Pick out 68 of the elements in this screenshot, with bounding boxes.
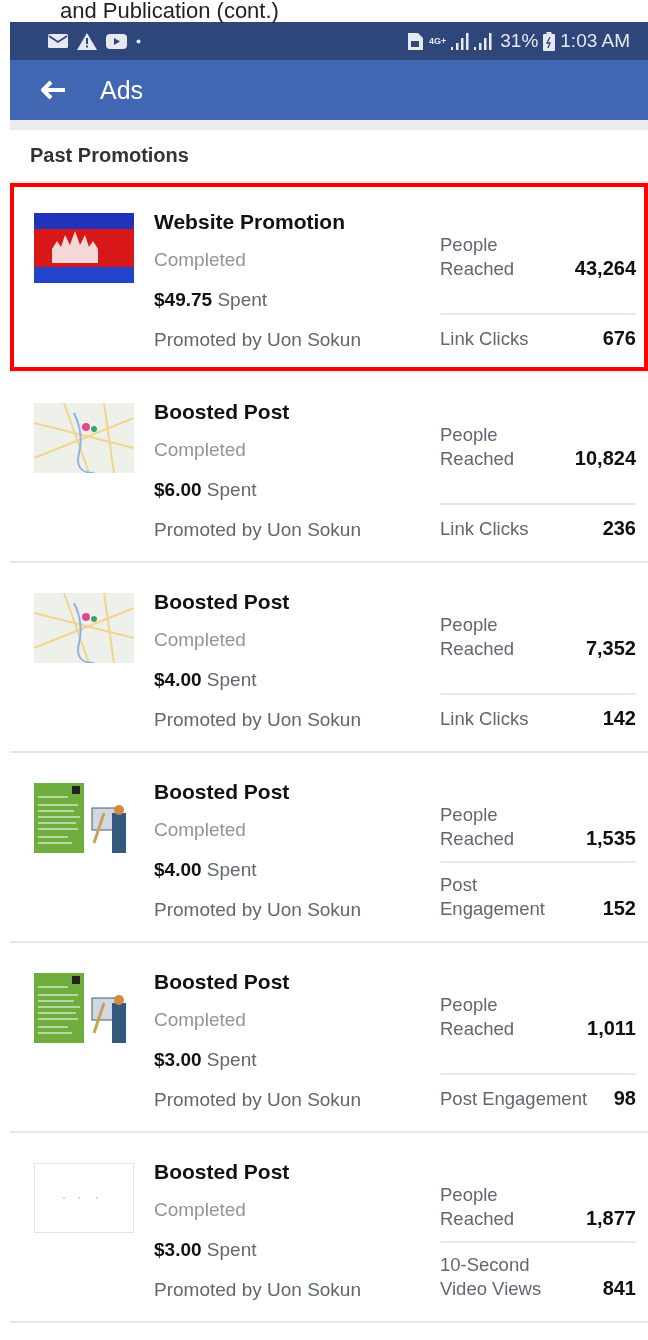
- metric-value: 98: [613, 1086, 636, 1111]
- metric-label: People Reached: [440, 423, 515, 471]
- metric-label: Link Clicks: [440, 327, 529, 351]
- promoter-text: Promoted by Uon Sokun: [154, 1278, 362, 1302]
- promotion-card[interactable]: Boosted Post Completed $6.00 Spent Promoted by Uon Sokun People Reached 10,824 Link Clicks 236: [10, 373, 648, 563]
- promotion-title: Boosted Post: [154, 399, 291, 425]
- promotion-status: Completed: [154, 628, 247, 652]
- promotion-title: Boosted Post: [154, 1159, 291, 1185]
- amount-spent: $49.75 Spent: [154, 288, 269, 312]
- promoter-text: Promoted by Uon Sokun: [154, 1088, 362, 1112]
- page-heading: and Publication (cont.): [59, 0, 280, 22]
- promotion-status: Completed: [154, 1008, 247, 1032]
- promotion-status: Completed: [154, 248, 247, 272]
- metric-value: 1,011: [587, 1016, 636, 1041]
- metric-label: Post Engagement: [440, 873, 545, 921]
- metric-label: People Reached: [440, 233, 515, 281]
- promotion-card[interactable]: Boosted Post Completed $3.00 Spent Promoted by Uon Sokun People Reached 1,877 10-Second Video Views 841: [10, 1133, 648, 1323]
- screen-title: Ads: [100, 75, 144, 105]
- metric-label: People Reached: [440, 803, 515, 851]
- warning-icon: [77, 32, 97, 50]
- metric-value: 142: [602, 706, 636, 731]
- mail-icon: [48, 34, 68, 48]
- metric-label: People Reached: [440, 993, 515, 1041]
- amount-spent: $3.00 Spent: [154, 1238, 258, 1262]
- battery-percent: 31%: [500, 30, 539, 52]
- promotion-title: Boosted Post: [154, 779, 291, 805]
- sim-card-icon: [407, 31, 424, 51]
- back-button[interactable]: [40, 80, 66, 100]
- battery-icon: [543, 31, 556, 51]
- metric-value: 43,264: [574, 256, 636, 281]
- metric-label: Link Clicks: [440, 707, 529, 731]
- network-type: 4G+: [429, 36, 447, 46]
- promotion-title: Boosted Post: [154, 969, 291, 995]
- promotion-status: Completed: [154, 1198, 247, 1222]
- section-heading: Past Promotions: [10, 130, 648, 183]
- dot-icon: [136, 38, 141, 44]
- metric-value: 10,824: [574, 446, 636, 471]
- amount-spent: $6.00 Spent: [154, 478, 258, 502]
- clock: 1:03 AM: [560, 30, 630, 52]
- promotion-status: Completed: [154, 438, 247, 462]
- promotion-card[interactable]: Boosted Post Completed $4.00 Spent Promoted by Uon Sokun People Reached 1,535 Post Engagement 152: [10, 753, 648, 943]
- promotion-card[interactable]: Boosted Post Completed $4.00 Spent Promoted by Uon Sokun People Reached 7,352 Link Clicks 142: [10, 563, 648, 753]
- metric-value: 1,535: [585, 826, 636, 851]
- promotion-card[interactable]: Boosted Post Completed $3.00 Spent Promoted by Uon Sokun People Reached 1,011 Post Engagement 98: [10, 943, 648, 1133]
- metric-value: 152: [602, 896, 636, 921]
- amount-spent: $4.00 Spent: [154, 668, 258, 692]
- metric-value: 841: [602, 1276, 636, 1301]
- promoter-text: Promoted by Uon Sokun: [154, 708, 362, 732]
- amount-spent: $4.00 Spent: [154, 858, 258, 882]
- metric-value: 676: [602, 326, 636, 351]
- promoter-text: Promoted by Uon Sokun: [154, 898, 362, 922]
- metric-label: Link Clicks: [440, 517, 529, 541]
- promotion-title: Website Promotion: [154, 209, 346, 235]
- back-arrow-icon: [40, 80, 66, 100]
- promotion-card[interactable]: Website Promotion Completed $49.75 Spent Promoted by Uon Sokun People Reached 43,264 Link Clicks 676: [10, 183, 648, 373]
- promoter-text: Promoted by Uon Sokun: [154, 328, 362, 352]
- promoter-text: Promoted by Uon Sokun: [154, 518, 362, 542]
- promotion-status: Completed: [154, 818, 247, 842]
- metric-value: 236: [602, 516, 636, 541]
- metric-value: 7,352: [585, 636, 636, 661]
- metric-value: 1,877: [585, 1206, 636, 1231]
- metric-label: People Reached: [440, 1183, 515, 1231]
- promotion-title: Boosted Post: [154, 589, 291, 615]
- metric-label: People Reached: [440, 613, 515, 661]
- metric-label: 10-Second Video Views: [440, 1253, 542, 1301]
- amount-spent: $3.00 Spent: [154, 1048, 258, 1072]
- metric-label: Post Engagement: [440, 1087, 588, 1111]
- play-icon: [106, 33, 127, 49]
